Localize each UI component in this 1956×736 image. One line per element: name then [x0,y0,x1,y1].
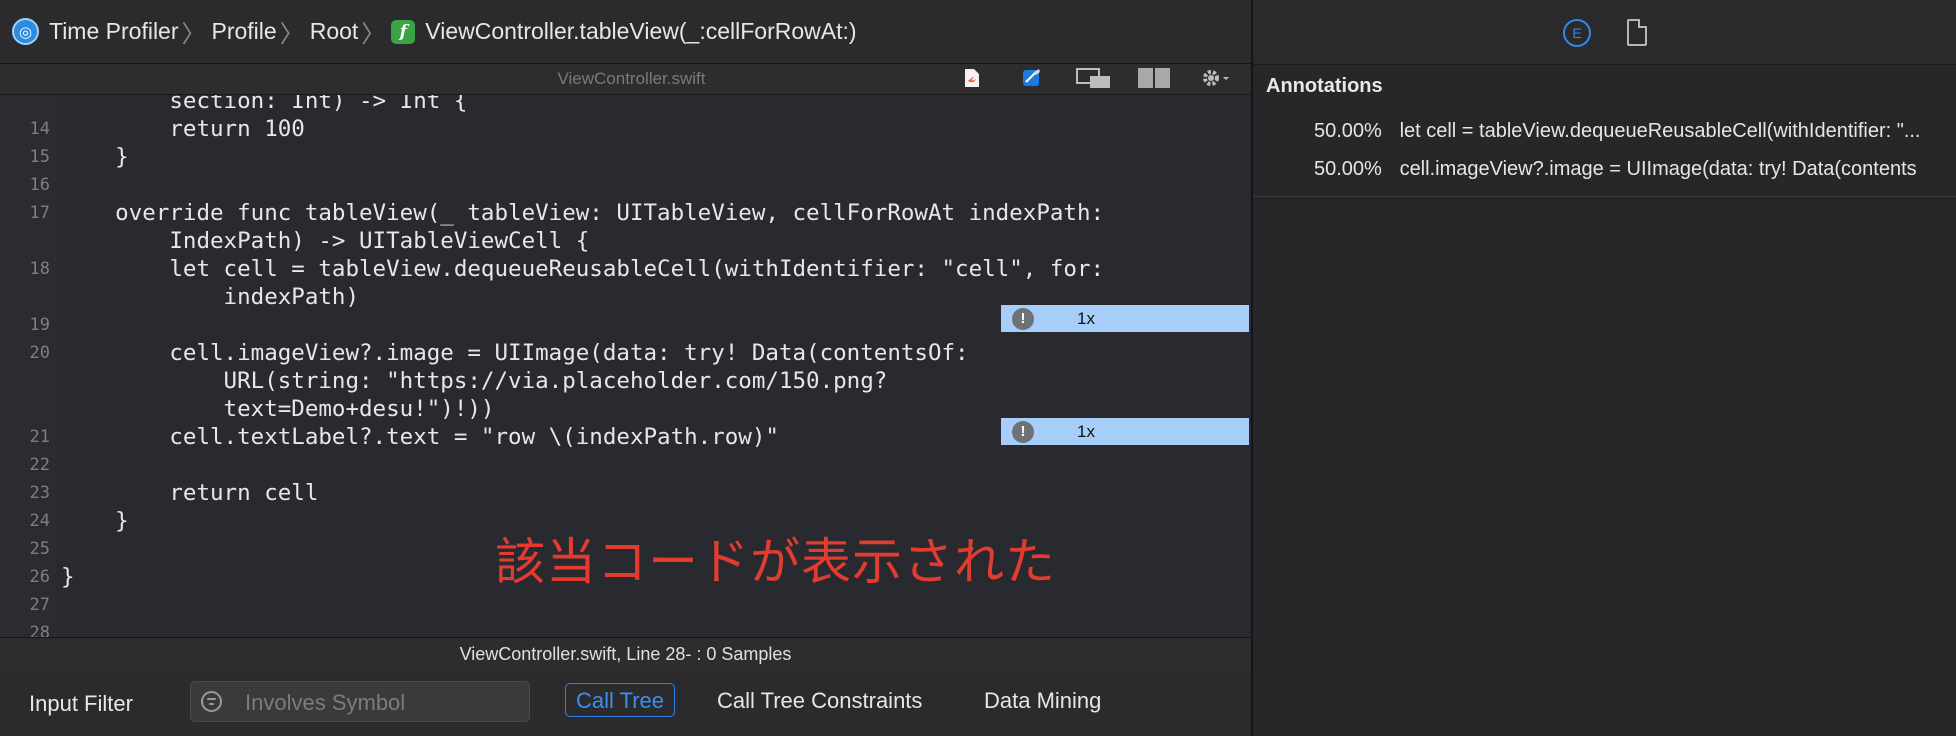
annotation-text: let cell = tableView.dequeueReusableCell… [1399,120,1921,142]
breadcrumb-item-profile[interactable]: Profile [212,18,277,45]
breadcrumb-item-function[interactable]: f ViewController.tableView(_:cellForRowA… [391,18,857,45]
line-number: 17 [29,203,50,223]
line-number: 22 [29,455,50,475]
annotation-badge[interactable]: ! 1x [1001,418,1249,445]
code-text: cell.imageView?.image = UIImage(data: tr… [61,340,969,366]
code-text: IndexPath) -> UITableViewCell { [61,228,590,254]
line-number: 15 [29,147,50,167]
breadcrumb-label: Time Profiler [49,18,179,44]
line-number: 18 [29,259,50,279]
code-text: } [61,144,129,170]
breadcrumb-item-time-profiler[interactable]: ◎ Time Profiler [12,18,179,45]
breadcrumb-label: Profile [211,18,277,44]
time-profiler-icon: ◎ [12,18,39,45]
line-number: 19 [29,315,50,335]
swift-file-icon[interactable] [958,66,986,90]
tab-call-tree[interactable]: Call Tree [565,683,676,717]
involves-symbol-search[interactable] [190,681,530,722]
breadcrumb-item-root[interactable]: Root [310,18,359,45]
inspector-separator [1253,196,1956,197]
code-text: text=Demo+desu!")!)) [61,396,495,422]
breadcrumb-chevron-icon: 〉 [361,21,386,48]
breadcrumb-label: ViewController.tableView(_:cellForRowAt:… [425,18,857,44]
line-number: 16 [29,175,50,195]
code-text: } [61,564,75,590]
inspector-pane: E Annotations 50.00% let cell = tableVie… [1253,0,1956,736]
breadcrumb: ◎ Time Profiler 〉 Profile 〉 Root 〉 f Vie… [0,0,1251,64]
code-text: section: Int) -> Int { [61,95,468,114]
exclamation-icon: ! [1012,420,1034,443]
line-number: 28 [29,623,50,637]
code-text: override func tableView(_ tableView: UIT… [61,200,1105,226]
annotation-count: 1x [1077,421,1095,441]
annotation-count: 1x [1077,308,1095,328]
annotation-row[interactable]: 50.00% let cell = tableView.dequeueReusa… [1314,120,1921,143]
two-pane-icon[interactable] [1134,66,1174,90]
code-text: cell.textLabel?.text = "row \(indexPath.… [61,424,779,450]
overlay-annotation-text: 該当コードが表示された [495,533,1056,591]
breadcrumb-label: Root [309,18,359,44]
filter-bar: Input Filter Call Tree Call Tree Constra… [0,671,1251,736]
line-number: 14 [29,119,50,139]
annotation-percent: 50.00% [1314,158,1382,180]
annotation-text: cell.imageView?.image = UIImage(data: tr… [1399,158,1917,180]
inspector-toolbar: E [1253,0,1956,65]
xcode-icon[interactable] [1018,66,1046,90]
annotation-percent: 50.00% [1314,120,1382,142]
code-text: indexPath) [61,284,360,310]
annotation-row[interactable]: 50.00% cell.imageView?.image = UIImage(d… [1314,158,1917,181]
split-view-icon[interactable] [1074,66,1114,90]
tab-call-tree-constraints[interactable]: Call Tree Constraints [717,684,922,718]
breadcrumb-chevron-icon: 〉 [279,21,304,48]
extended-detail-icon[interactable]: E [1563,19,1591,47]
annotations-title: Annotations [1266,75,1383,97]
document-icon[interactable] [1627,19,1647,46]
line-number: 26 [29,567,50,587]
code-text: } [61,508,129,534]
search-input[interactable] [243,688,517,717]
code-text: return 100 [61,116,305,142]
exclamation-icon: ! [1012,307,1034,330]
line-number: 27 [29,595,50,615]
line-number: 24 [29,511,50,531]
editor-toolbar: ViewController.swift [0,64,1251,95]
tab-data-mining[interactable]: Data Mining [984,684,1101,718]
line-number: 25 [29,539,50,559]
function-icon: f [391,19,416,44]
line-number: 23 [29,483,50,503]
code-text: let cell = tableView.dequeueReusableCell… [61,256,1105,282]
line-number: 20 [29,343,50,363]
status-bar: ViewController.swift, Line 28- : 0 Sampl… [0,637,1251,672]
input-filter-label: Input Filter [29,691,133,716]
source-view-pane: ◎ Time Profiler 〉 Profile 〉 Root 〉 f Vie… [0,0,1251,736]
code-text: URL(string: "https://via.placeholder.com… [61,368,888,394]
filter-icon [201,691,222,712]
code-text: return cell [61,480,319,506]
annotation-badge[interactable]: ! 1x [1001,305,1249,332]
line-number: 21 [29,427,50,447]
breadcrumb-chevron-icon: 〉 [181,21,206,48]
gear-menu-icon[interactable] [1196,66,1236,90]
